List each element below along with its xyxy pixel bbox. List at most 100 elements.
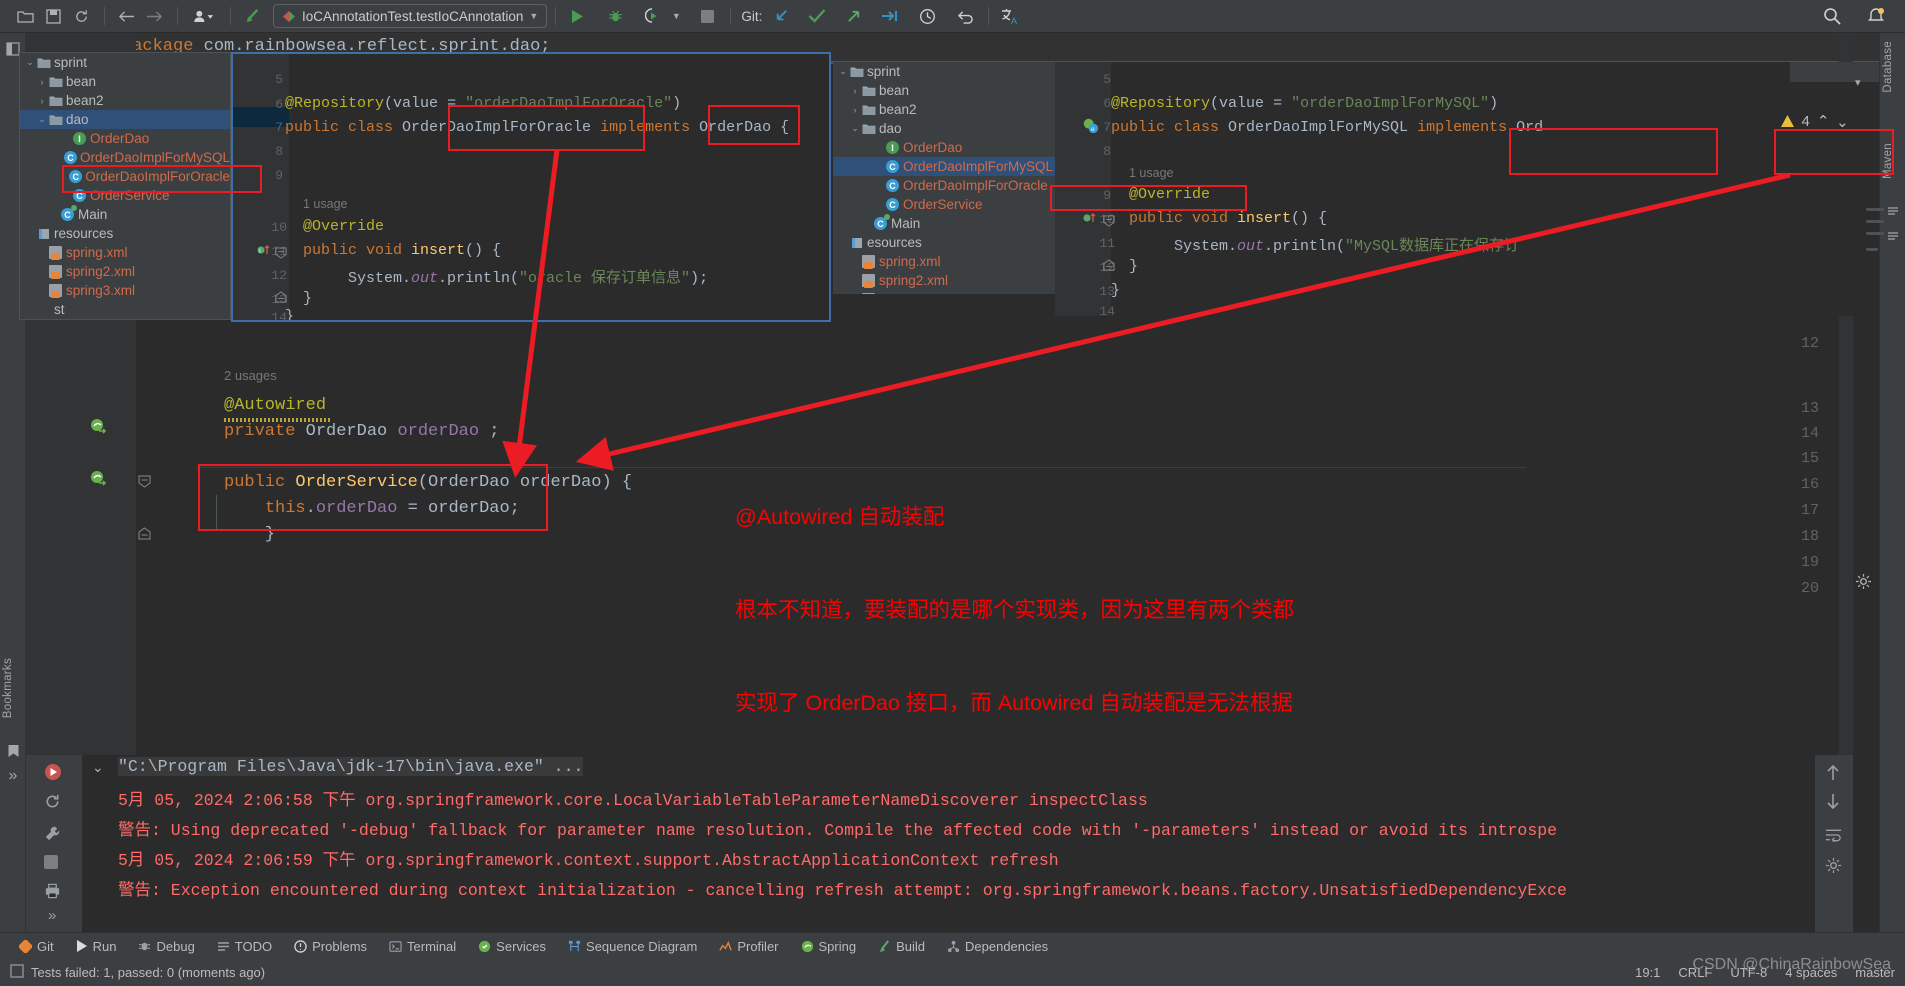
- chevron-right-icon[interactable]: ›: [36, 77, 48, 87]
- tree-item-orderdaoimplfororacle[interactable]: C OrderDaoImplForOracle: [833, 176, 1055, 195]
- print-icon[interactable]: [44, 883, 62, 901]
- search-icon[interactable]: [1819, 4, 1845, 28]
- run-console[interactable]: » ⌄ "C:\Program Files\Java\jdk-17\bin\ja…: [26, 755, 1853, 932]
- tree-item-main[interactable]: C Main: [20, 205, 230, 224]
- override-gutter-icon[interactable]: I: [257, 242, 275, 260]
- tool-tab-sequence-diagram[interactable]: Sequence Diagram: [559, 936, 706, 957]
- tool-tab-build[interactable]: Build: [869, 936, 934, 957]
- tree-item-java[interactable]: java: [20, 319, 230, 320]
- rerun-failed-icon[interactable]: [44, 793, 62, 811]
- save-icon[interactable]: [40, 4, 66, 28]
- chevron-down-icon[interactable]: ⌃: [1836, 112, 1849, 130]
- settings-wrench-icon[interactable]: [44, 825, 62, 843]
- forward-arrow-icon[interactable]: [141, 4, 167, 28]
- tree-item-spring2-xml[interactable]: spring2.xml: [833, 271, 1055, 290]
- tree-item-esources[interactable]: esources: [833, 233, 1055, 252]
- tool-tab-services[interactable]: Services: [469, 936, 555, 957]
- chevron-down-icon[interactable]: ⌄: [837, 66, 849, 77]
- tree-item-dao[interactable]: ⌄ dao: [833, 119, 1055, 138]
- mysql-code-popup[interactable]: 5 6 7 8 9 10 11 12 13 14 e @Repository(v…: [1055, 62, 1879, 316]
- stop-console-icon[interactable]: [44, 855, 62, 873]
- notifications-rail-icon[interactable]: [1885, 228, 1901, 244]
- oracle-code-popup[interactable]: 5 6 7 8 9 10 11 12 13 14 I @Repository(v…: [231, 52, 831, 322]
- git-rollback-icon[interactable]: [952, 4, 978, 28]
- popup2-fold-icon-10[interactable]: [1103, 214, 1121, 232]
- popup2-usage-hint[interactable]: 1 usage: [1129, 166, 1173, 180]
- tree-item-spring3-xml[interactable]: spring3.xml: [20, 281, 230, 300]
- tree-item-sprint[interactable]: ⌄ sprint: [20, 53, 230, 72]
- tool-tab-run[interactable]: Run: [67, 936, 126, 957]
- run-with-coverage-icon[interactable]: [640, 4, 666, 28]
- project-tree-popup-2[interactable]: ⌄ sprint › bean › bean2 ⌄ dao I OrderDao C OrderDao…: [833, 62, 1055, 294]
- chevron-right-icon[interactable]: ›: [849, 86, 861, 96]
- override-gutter-icon-mysql[interactable]: [1083, 210, 1101, 228]
- scroll-up-icon[interactable]: [1825, 763, 1843, 781]
- tree-item-main[interactable]: C Main: [833, 214, 1055, 233]
- scroll-down-icon[interactable]: [1825, 793, 1843, 811]
- git-history-icon[interactable]: [914, 4, 940, 28]
- tool-tab-git[interactable]: Git: [10, 936, 63, 957]
- open-folder-icon[interactable]: [12, 4, 38, 28]
- git-push-icon[interactable]: [840, 4, 866, 28]
- project-tree-popup[interactable]: ⌄ sprint › bean › bean2 ⌄ dao I OrderDao C OrderDao…: [19, 52, 231, 320]
- popup2-fold-end-icon-12[interactable]: [1103, 258, 1121, 276]
- usage-hint-autowired[interactable]: 2 usages: [224, 368, 277, 383]
- tree-item-sprint[interactable]: ⌄ sprint: [833, 62, 1055, 81]
- popup-fold-end-icon-13[interactable]: [275, 290, 293, 308]
- tree-item-spring3-xml[interactable]: spring3.xml: [833, 290, 1055, 294]
- run-icon[interactable]: [564, 4, 590, 28]
- tree-item-spring-xml[interactable]: spring.xml: [833, 252, 1055, 271]
- user-icon[interactable]: [186, 4, 220, 28]
- git-update-icon[interactable]: [768, 4, 794, 28]
- spring-bean-gutter-icon-14[interactable]: [90, 418, 108, 436]
- database-label[interactable]: Database: [1882, 41, 1894, 93]
- spring-bean-gutter-icon-mysql[interactable]: e: [1083, 118, 1101, 136]
- bean-validation-icon[interactable]: [1885, 203, 1901, 219]
- popup-collapse-icon[interactable]: ▾: [1855, 76, 1861, 89]
- inspection-widget[interactable]: 4 ⌃ ⌃: [1780, 112, 1849, 130]
- chevron-down-icon[interactable]: ⌄: [24, 57, 36, 68]
- soft-wrap-icon[interactable]: [1825, 827, 1843, 845]
- chevron-down-icon[interactable]: ⌄: [849, 123, 861, 134]
- tree-item-orderservice[interactable]: C OrderService: [833, 195, 1055, 214]
- tree-item-bean[interactable]: › bean: [20, 72, 230, 91]
- debug-icon[interactable]: [602, 4, 628, 28]
- popup-fold-icon-11[interactable]: [275, 246, 293, 264]
- popup-usage-hint[interactable]: 1 usage: [303, 197, 347, 211]
- tree-item-orderservice[interactable]: C OrderService: [20, 186, 230, 205]
- tool-tab-profiler[interactable]: Profiler: [710, 936, 787, 957]
- tool-tab-spring[interactable]: Spring: [792, 936, 866, 957]
- bookmark-icon[interactable]: [5, 743, 21, 759]
- bookmarks-label[interactable]: Bookmarks: [2, 658, 14, 718]
- git-pull-icon[interactable]: [876, 4, 902, 28]
- chevron-right-icon[interactable]: ›: [36, 96, 48, 106]
- caret-position[interactable]: 19:1: [1635, 965, 1660, 980]
- tree-item-orderdao[interactable]: I OrderDao: [20, 129, 230, 148]
- tree-item-orderdaoimplfororacle[interactable]: C OrderDaoImplForOracle: [20, 167, 230, 186]
- editor-settings-icon[interactable]: [1855, 573, 1873, 591]
- tool-tab-terminal[interactable]: Terminal: [380, 936, 465, 957]
- tree-item-spring2-xml[interactable]: spring2.xml: [20, 262, 230, 281]
- back-arrow-icon[interactable]: [113, 4, 139, 28]
- maven-label[interactable]: Maven: [1882, 143, 1894, 179]
- notification-icon[interactable]: [1863, 4, 1889, 28]
- tree-item-st[interactable]: st: [20, 300, 230, 319]
- console-more-icon[interactable]: »: [48, 907, 56, 924]
- console-settings-icon[interactable]: [1825, 857, 1843, 875]
- chevron-right-icon[interactable]: ›: [849, 105, 861, 115]
- chevron-up-icon[interactable]: ⌃: [1817, 112, 1830, 130]
- tree-item-spring-xml[interactable]: spring.xml: [20, 243, 230, 262]
- more-tools-icon[interactable]: »: [5, 767, 21, 784]
- tree-item-orderdaoimplformysql[interactable]: C OrderDaoImplForMySQL: [833, 157, 1055, 176]
- chevron-down-icon[interactable]: ▼: [529, 11, 538, 21]
- chevron-down-icon[interactable]: ⌄: [36, 114, 48, 125]
- spring-bean-gutter-icon-16[interactable]: [90, 470, 108, 488]
- build-icon[interactable]: [239, 4, 265, 28]
- tree-item-orderdaoimplformysql[interactable]: C OrderDaoImplForMySQL: [20, 148, 230, 167]
- translate-icon[interactable]: A: [997, 4, 1023, 28]
- console-collapse-icon[interactable]: ⌄: [92, 759, 104, 776]
- tree-item-bean2[interactable]: › bean2: [20, 91, 230, 110]
- tool-tab-debug[interactable]: Debug: [129, 936, 203, 957]
- sync-icon[interactable]: [68, 4, 94, 28]
- tree-item-resources[interactable]: resources: [20, 224, 230, 243]
